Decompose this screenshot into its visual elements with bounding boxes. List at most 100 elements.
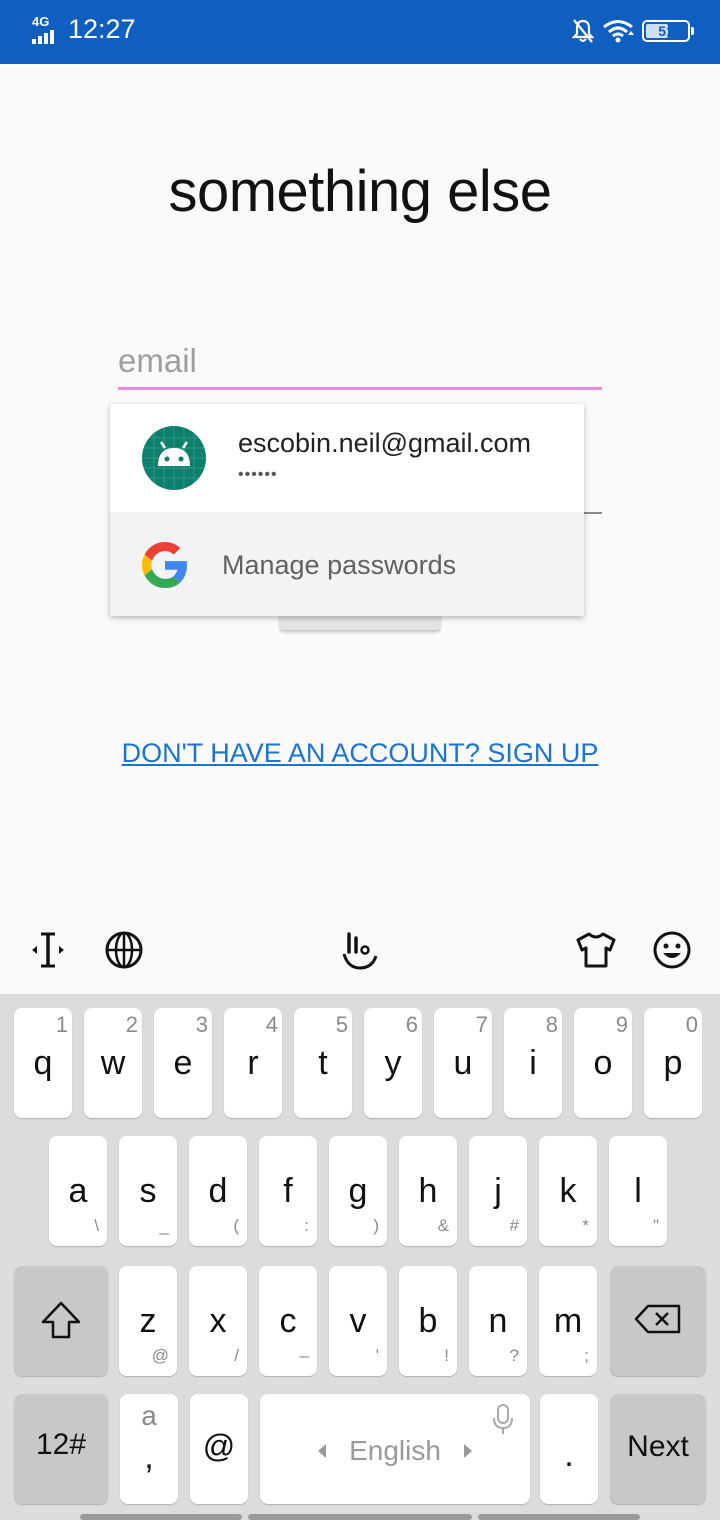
network-type: 4G — [32, 14, 50, 29]
text-cursor-icon[interactable] — [26, 928, 70, 972]
period-key[interactable]: . — [540, 1394, 598, 1504]
keyboard-toolbar — [0, 906, 720, 994]
key-v[interactable]: v ' — [329, 1266, 387, 1376]
key-t[interactable]: t5 — [294, 1008, 352, 1118]
key-x[interactable]: x / — [189, 1266, 247, 1376]
android-avatar-icon — [142, 426, 206, 490]
right-arrow-icon — [464, 1444, 472, 1458]
key-letter: q — [33, 1044, 53, 1082]
key-o[interactable]: o9 — [574, 1008, 632, 1118]
key-b[interactable]: b! — [399, 1266, 457, 1376]
signup-link[interactable]: DON'T HAVE AN ACCOUNT? SIGN UP — [122, 738, 599, 768]
key-l[interactable]: l " — [609, 1136, 667, 1246]
key-hint: ; — [584, 1346, 589, 1365]
key-hint: * — [582, 1216, 589, 1235]
account-password-mask: •••••• — [238, 466, 278, 483]
key-f[interactable]: f: — [259, 1136, 317, 1246]
key-letter: n — [488, 1302, 508, 1340]
key-hint: 2 — [125, 1012, 138, 1037]
key-hint: \ — [94, 1216, 99, 1235]
shift-arrow-icon — [41, 1301, 81, 1339]
globe-icon[interactable] — [102, 928, 146, 972]
manage-passwords-label: Manage passwords — [222, 550, 457, 580]
theme-shirt-icon[interactable] — [574, 928, 618, 972]
google-icon — [142, 542, 187, 588]
key-j[interactable]: j # — [469, 1136, 527, 1246]
key-letter: d — [208, 1172, 228, 1210]
key-hint: 3 — [195, 1012, 208, 1037]
clock: 12:27 — [68, 14, 136, 44]
key-hint: ( — [233, 1216, 239, 1235]
key-letter: l — [634, 1172, 642, 1210]
backspace-icon — [634, 1304, 681, 1334]
space-key[interactable]: English — [260, 1394, 530, 1504]
key-s[interactable]: s _ — [119, 1136, 177, 1246]
battery-icon: 51 — [642, 20, 694, 42]
key-c[interactable]: c – — [259, 1266, 317, 1376]
key-e[interactable]: e3 — [154, 1008, 212, 1118]
comma-key[interactable]: a , — [120, 1394, 178, 1504]
key-letter: e — [173, 1044, 193, 1082]
key-letter: m — [553, 1302, 583, 1340]
autofill-popup: escobin.neil@gmail.com •••••• Manage pas… — [110, 404, 584, 616]
key-letter: t — [318, 1044, 328, 1082]
key-hint: : — [304, 1216, 309, 1235]
key-letter: r — [247, 1044, 259, 1082]
key-letter: x — [209, 1302, 227, 1340]
at-key[interactable]: @ — [190, 1394, 248, 1504]
key-letter: v — [349, 1302, 367, 1340]
signal-icon: 4G — [32, 14, 62, 46]
autofill-account-suggestion[interactable]: escobin.neil@gmail.com •••••• — [110, 404, 584, 512]
shift-key[interactable] — [14, 1266, 108, 1376]
key-z[interactable]: z @ — [119, 1266, 177, 1376]
key-d[interactable]: d( — [189, 1136, 247, 1246]
nav-bar-segment — [478, 1514, 640, 1520]
key-r[interactable]: r4 — [224, 1008, 282, 1118]
key-q[interactable]: q1 — [14, 1008, 72, 1118]
key-a[interactable]: a \ — [49, 1136, 107, 1246]
key-hint: & — [437, 1216, 449, 1235]
account-email: escobin.neil@gmail.com — [238, 428, 532, 458]
key-letter: g — [348, 1172, 368, 1210]
key-u[interactable]: u7 — [434, 1008, 492, 1118]
key-hint: 8 — [545, 1012, 558, 1037]
notifications-muted-icon — [572, 19, 594, 43]
key-n[interactable]: n? — [469, 1266, 527, 1376]
key-g[interactable]: g) — [329, 1136, 387, 1246]
key-hint: 9 — [615, 1012, 628, 1037]
key-m[interactable]: m; — [539, 1266, 597, 1376]
key-hint: 1 — [55, 1012, 68, 1037]
key-h[interactable]: h & — [399, 1136, 457, 1246]
key-letter: y — [384, 1044, 402, 1082]
key-hint: 6 — [405, 1012, 418, 1037]
email-field[interactable] — [118, 334, 602, 390]
status-icons: 51 — [572, 18, 694, 44]
manage-passwords-item[interactable]: Manage passwords — [110, 512, 584, 616]
key-letter: w — [100, 1044, 126, 1082]
symbols-key[interactable]: 12# — [14, 1394, 108, 1504]
key-hint: ! — [444, 1346, 449, 1365]
next-key[interactable]: Next — [610, 1394, 706, 1504]
backspace-key[interactable] — [610, 1266, 706, 1376]
key-hint: – — [299, 1346, 309, 1365]
touchpal-logo-icon[interactable] — [338, 928, 382, 972]
battery-level: 51 — [658, 23, 674, 39]
key-hint: " — [652, 1216, 659, 1235]
key-letter: j — [494, 1172, 502, 1210]
keyboard: 12# a , @ English . Next q1w2e3r4t5y6u 7… — [0, 906, 720, 1520]
key-y[interactable]: y6 — [364, 1008, 422, 1118]
key-hint: / — [234, 1346, 239, 1365]
key-i[interactable]: i8 — [504, 1008, 562, 1118]
key-letter: o — [593, 1044, 613, 1082]
key-letter: z — [139, 1302, 157, 1340]
emoji-icon[interactable] — [650, 928, 694, 972]
nav-bar-segment — [248, 1514, 472, 1520]
key-w[interactable]: w2 — [84, 1008, 142, 1118]
key-p[interactable]: p0 — [644, 1008, 702, 1118]
key-hint: ) — [373, 1216, 379, 1235]
key-hint: 4 — [265, 1012, 278, 1037]
key-k[interactable]: k * — [539, 1136, 597, 1246]
key-hint: _ — [159, 1216, 169, 1235]
key-hint: 0 — [685, 1012, 698, 1037]
key-letter: b — [418, 1302, 438, 1340]
